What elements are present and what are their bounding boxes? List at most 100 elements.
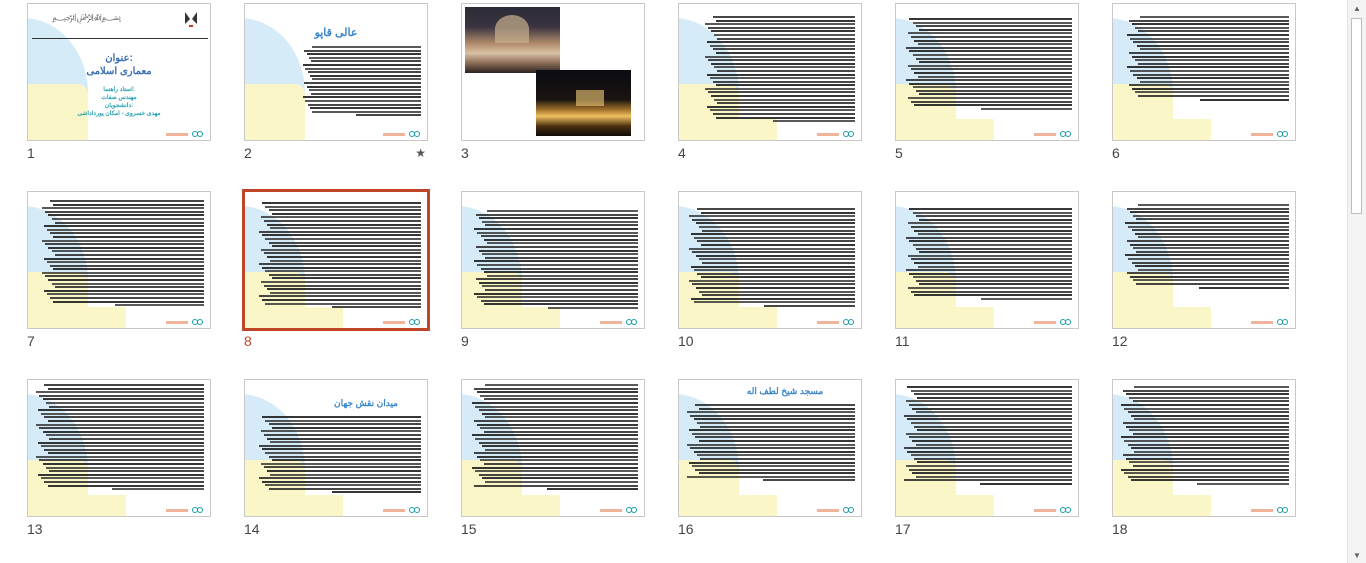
text-line — [36, 423, 204, 426]
slide-number: 4 — [678, 145, 686, 161]
text-line — [717, 102, 855, 105]
text-line — [265, 205, 421, 208]
text-line — [267, 437, 421, 440]
text-line — [306, 85, 421, 88]
text-line — [262, 448, 421, 451]
text-line — [912, 86, 1072, 89]
text-line — [909, 436, 1072, 439]
scrollbar-thumb[interactable] — [1351, 18, 1362, 214]
text-line — [695, 222, 855, 225]
text-line — [702, 229, 855, 232]
text-line — [914, 39, 1072, 42]
text-line — [1131, 55, 1289, 58]
text-line — [307, 103, 421, 106]
text-line — [265, 451, 421, 454]
text-line — [1133, 41, 1289, 44]
slide-number: 6 — [1112, 145, 1120, 161]
slide-body-text — [36, 384, 204, 492]
text-line — [1125, 254, 1289, 257]
text-line — [48, 279, 204, 282]
text-line — [44, 481, 204, 484]
text-line — [700, 276, 855, 279]
slide-number: 11 — [895, 333, 910, 349]
vertical-scrollbar[interactable]: ▲ ▼ — [1347, 0, 1366, 563]
text-line — [1131, 261, 1289, 264]
text-line — [688, 461, 855, 464]
infinity-icon — [1277, 319, 1289, 325]
text-line — [1138, 236, 1289, 239]
text-line — [487, 274, 638, 277]
text-line — [46, 261, 204, 264]
text-line — [482, 220, 638, 223]
text-line — [260, 248, 421, 251]
text-line — [1129, 396, 1289, 399]
text-line — [1131, 23, 1289, 26]
text-line — [111, 488, 204, 491]
text-line — [312, 78, 421, 81]
infinity-icon — [626, 507, 638, 513]
text-line — [1129, 243, 1289, 246]
text-line — [47, 387, 204, 390]
text-line — [53, 268, 204, 271]
text-line — [705, 87, 855, 90]
text-line — [36, 391, 204, 394]
text-line — [481, 412, 638, 415]
text-line — [909, 208, 1072, 210]
university-logo — [184, 10, 198, 28]
slide-subtitle: دانشجویان: — [104, 103, 134, 109]
text-line — [268, 241, 421, 244]
text-line — [698, 439, 855, 442]
slide-body-text — [687, 404, 855, 483]
text-line — [917, 396, 1072, 399]
text-line — [705, 55, 855, 58]
slide-preview: مسجد شیخ لطف اله — [678, 379, 862, 517]
text-line — [262, 299, 421, 302]
text-line — [909, 82, 1072, 85]
text-line — [307, 71, 421, 74]
text-line — [698, 290, 855, 293]
text-line — [1122, 454, 1289, 457]
text-line — [44, 384, 204, 386]
text-line — [483, 430, 638, 433]
text-line — [1126, 207, 1289, 210]
text-line — [49, 405, 204, 408]
infinity-icon — [1277, 507, 1289, 513]
text-line — [1127, 475, 1289, 478]
text-line — [271, 426, 421, 429]
text-line — [687, 443, 855, 446]
text-line — [714, 33, 855, 36]
text-line — [485, 384, 638, 386]
text-line — [979, 483, 1072, 486]
text-line — [712, 48, 855, 51]
text-line — [475, 245, 638, 248]
slide-preview — [895, 191, 1079, 329]
text-line — [303, 63, 421, 66]
text-line — [909, 50, 1072, 53]
text-line — [708, 26, 855, 29]
text-line — [695, 404, 855, 406]
text-line — [1199, 98, 1289, 101]
scroll-down-icon[interactable]: ▼ — [1348, 547, 1366, 563]
infinity-icon — [1060, 507, 1072, 513]
text-line — [697, 421, 855, 424]
text-line — [1127, 66, 1289, 69]
text-line — [1132, 432, 1289, 435]
text-line — [475, 470, 638, 473]
text-line — [477, 296, 638, 299]
text-line — [472, 434, 638, 437]
scroll-up-icon[interactable]: ▲ — [1348, 0, 1366, 16]
text-line — [915, 57, 1072, 60]
text-line — [43, 225, 204, 228]
text-line — [917, 429, 1072, 432]
text-line — [41, 477, 204, 480]
text-line — [268, 455, 421, 458]
text-line — [1126, 239, 1289, 242]
text-line — [478, 409, 638, 412]
text-line — [42, 463, 204, 466]
text-line — [480, 459, 638, 462]
slide-body-text — [1125, 204, 1289, 290]
text-line — [1126, 393, 1289, 396]
text-line — [54, 221, 204, 224]
text-line — [331, 491, 421, 494]
text-line — [483, 463, 638, 466]
